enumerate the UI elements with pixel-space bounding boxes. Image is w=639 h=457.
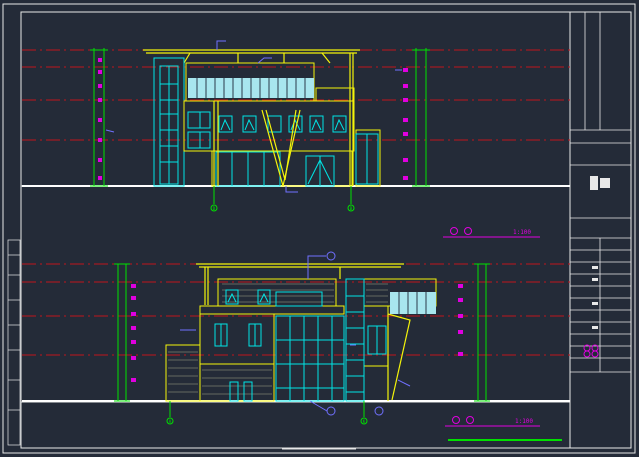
level-lines-bottom [22, 263, 570, 356]
ribbon-window-bottom [390, 292, 436, 314]
scale-label-top: 1:100 [513, 229, 531, 236]
roof-canopy-bottom [196, 263, 404, 305]
top-elevation: D B 1:100 [22, 40, 570, 238]
dimension-chain-right-top [412, 48, 430, 187]
dimension-ticks-left-top [98, 58, 102, 180]
window-row-top [218, 115, 347, 133]
v-columns-top [213, 101, 301, 187]
stair-tower-bottom [345, 278, 365, 402]
left-bay-windows-top [187, 111, 211, 149]
bottom-elevation: A K 1:100 [22, 251, 570, 450]
dimension-ticks-right-top [403, 68, 408, 180]
ribbon-window-top [188, 78, 314, 98]
stair-tower-top [153, 57, 185, 187]
binding-strip [7, 239, 21, 446]
curtain-wall-bottom [275, 291, 345, 402]
axis-markers-top [210, 186, 355, 212]
brick-hatch-bottom [168, 283, 388, 395]
roof-canopy-top [143, 49, 360, 186]
dimension-chain-left-bottom [114, 263, 130, 402]
scale-underline-bar [448, 439, 562, 441]
cantilever-strut-bottom [387, 313, 411, 401]
dimension-ticks-right-bottom [458, 284, 463, 356]
windows-bottom [214, 289, 387, 402]
cad-viewport[interactable]: D B 1:100 A K 1:100 [0, 0, 639, 457]
drawing-frame [2, 3, 636, 454]
title-block [570, 12, 631, 373]
dimension-ticks-left-bottom [131, 284, 136, 382]
elevation-drawing: D B 1:100 A K 1:100 [2, 3, 636, 454]
axis-markers-bottom [166, 401, 368, 425]
title-block-logo-icon [583, 344, 599, 358]
scale-label-bottom: 1:100 [515, 418, 533, 425]
dimension-chain-left-top [90, 48, 108, 187]
dimension-chain-right-bottom [474, 263, 490, 402]
